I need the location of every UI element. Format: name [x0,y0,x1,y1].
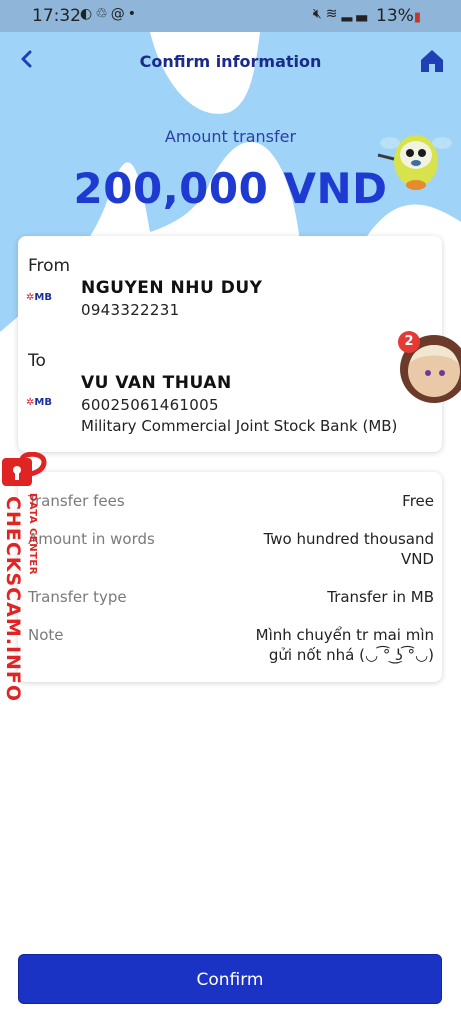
status-bar: 17:32 ◐♲@• 🔇︎≋▂▃ 13%▮ [0,0,461,32]
mb-logo-text: MB [34,292,52,303]
at-icon: @ [110,6,128,22]
amount-label: Amount transfer [164,127,297,146]
recipient-account: 60025061461005 [81,396,219,414]
wifi-icon: ≋ [325,6,342,22]
system-icons: 🔇︎≋▂▃ [313,6,371,22]
page-title: Confirm information [139,52,322,71]
mb-bank-logo: ✲MB [26,397,58,411]
confirm-button[interactable]: Confirm [18,954,442,1004]
mb-bank-logo: ✲MB [26,292,58,306]
transfer-type-value: Transfer in MB [327,588,434,606]
recipient-bank: Military Commercial Joint Stock Bank (MB… [81,417,398,435]
transfer-amount: 200,000 VND [73,164,388,213]
note-line2: gửi nốt nhá (◡ ͡° ͜ʖ ͡°◡) [268,646,434,664]
status-dot: • [127,6,140,22]
from-label: From [28,256,71,276]
sender-account: 0943322231 [81,301,180,319]
battery-level: 13%▮ [376,6,421,26]
to-label: To [28,351,46,371]
home-button[interactable] [417,46,447,76]
mb-logo-text: MB [34,397,52,408]
note-line1: Mình chuyển tr mai mìn [255,626,434,644]
recycle-icon: ♲ [95,6,111,22]
note-value: Mình chuyển tr mai mìn gửi nốt nhá (◡ ͡°… [256,625,434,665]
watermark-text: CHECKSCAM.INFO [2,496,24,703]
notification-icons: ◐♲@• [80,6,139,22]
amount-words-value: Two hundred thousand VND [264,529,434,569]
details-card: Transfer fees Free Amount in words Two h… [18,472,442,682]
battery-text: 13% [376,6,414,26]
amount-words-line1: Two hundred thousand [263,530,434,548]
watermark-subtext: DATA CENTER [27,493,38,575]
battery-icon: ▮ [413,10,421,25]
status-time: 17:32 [32,6,81,26]
recipient-name: VU VAN THUAN [81,373,232,393]
mute-icon: 🔇︎ [312,6,326,22]
sender-name: NGUYEN NHU DUY [81,278,263,298]
parties-card: From ✲MB NGUYEN NHU DUY 0943322231 To ✲M… [18,236,442,452]
chat-badge: 2 [398,331,420,353]
fees-value: Free [402,492,434,510]
messenger-icon: ◐ [80,6,96,22]
home-icon [421,50,443,72]
signal-icon: ▂▃ [341,6,371,22]
amount-words-line2: VND [400,550,434,568]
